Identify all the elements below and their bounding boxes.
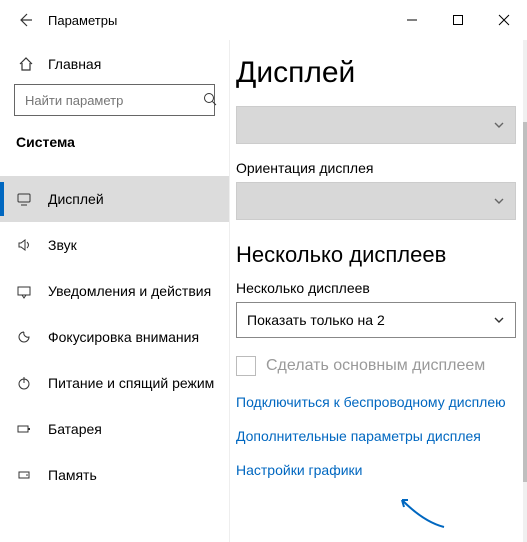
close-button[interactable] <box>481 0 527 40</box>
home-icon <box>18 56 36 72</box>
main-display-checkbox <box>236 356 256 376</box>
sidebar-item-power[interactable]: Питание и спящий режим <box>0 360 229 406</box>
scrollbar-thumb[interactable] <box>523 122 527 482</box>
storage-icon <box>16 467 38 483</box>
back-button[interactable] <box>10 5 40 35</box>
sidebar-item-label: Дисплей <box>48 191 104 207</box>
section-title: Система <box>0 130 229 164</box>
focus-icon <box>16 329 38 345</box>
sidebar-item-battery[interactable]: Батарея <box>0 406 229 452</box>
sidebar: Главная Система Дисплей Звук Уведомления и… <box>0 40 230 542</box>
sidebar-item-label: Батарея <box>48 421 102 437</box>
sound-icon <box>16 237 38 253</box>
sidebar-item-notify[interactable]: Уведомления и действия <box>0 268 229 314</box>
chevron-down-icon <box>493 119 505 131</box>
orientation-dropdown[interactable] <box>236 182 516 220</box>
window-title: Параметры <box>48 13 117 28</box>
sidebar-item-display[interactable]: Дисплей <box>0 176 229 222</box>
notify-icon <box>16 283 38 299</box>
minimize-icon <box>406 14 418 26</box>
orientation-label: Ориентация дисплея <box>236 160 517 176</box>
maximize-button[interactable] <box>435 0 481 40</box>
main-display-checkbox-row: Сделать основным дисплеем <box>236 356 517 376</box>
search-field[interactable] <box>23 92 203 109</box>
maximize-icon <box>452 14 464 26</box>
search-input[interactable] <box>14 84 215 116</box>
sidebar-item-label: Питание и спящий режим <box>48 375 214 391</box>
sidebar-item-label: Уведомления и действия <box>48 283 211 299</box>
main-display-checkbox-label: Сделать основным дисплеем <box>266 357 485 375</box>
search-icon <box>203 92 217 109</box>
arrow-left-icon <box>17 12 33 28</box>
advanced-display-link[interactable]: Дополнительные параметры дисплея <box>236 428 481 444</box>
scale-dropdown[interactable] <box>236 106 516 144</box>
sidebar-item-label: Звук <box>48 237 77 253</box>
chevron-down-icon <box>493 195 505 207</box>
sidebar-item-label: Память <box>48 467 97 483</box>
multi-displays-heading: Несколько дисплеев <box>236 242 517 268</box>
power-icon <box>16 375 38 391</box>
sidebar-item-label: Фокусировка внимания <box>48 329 199 345</box>
wireless-display-link[interactable]: Подключиться к беспроводному дисплею <box>236 394 506 410</box>
battery-icon <box>16 421 38 437</box>
display-icon <box>16 191 38 207</box>
home-link[interactable]: Главная <box>0 50 229 84</box>
content-pane: Дисплей Ориентация дисплея Несколько дис… <box>230 40 527 542</box>
sidebar-item-sound[interactable]: Звук <box>0 222 229 268</box>
page-title: Дисплей <box>236 56 517 90</box>
minimize-button[interactable] <box>389 0 435 40</box>
multi-displays-dropdown[interactable]: Показать только на 2 <box>236 302 516 338</box>
annotation-arrow <box>394 492 454 532</box>
multi-displays-value: Показать только на 2 <box>247 312 385 328</box>
home-label: Главная <box>48 56 101 72</box>
graphics-settings-link[interactable]: Настройки графики <box>236 462 363 478</box>
close-icon <box>498 14 510 26</box>
chevron-down-icon <box>493 314 505 326</box>
sidebar-item-focus[interactable]: Фокусировка внимания <box>0 314 229 360</box>
sidebar-item-storage[interactable]: Память <box>0 452 229 498</box>
multi-displays-label: Несколько дисплеев <box>236 280 517 296</box>
